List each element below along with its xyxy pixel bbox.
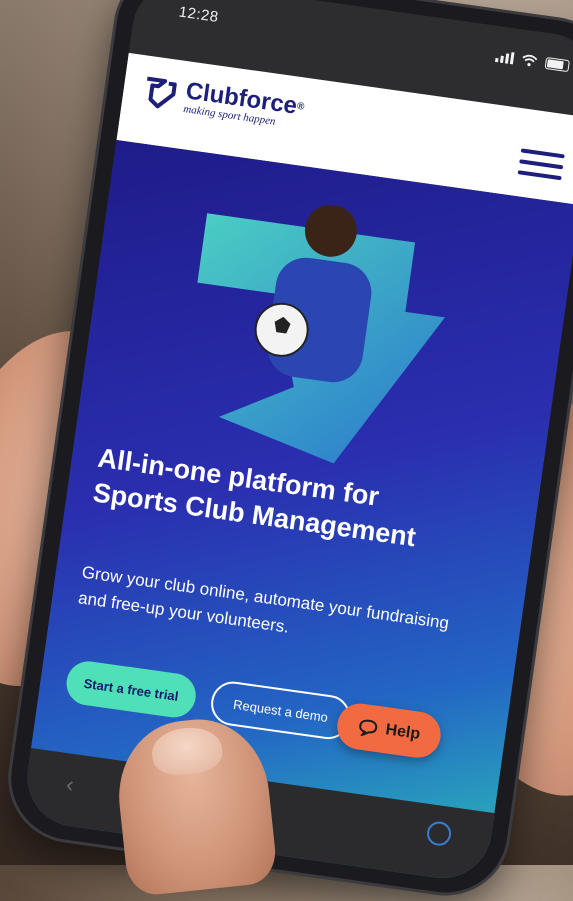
hero-subtitle: Grow your club online, automate your fun… — [77, 562, 451, 637]
status-time: 12:28 — [177, 3, 220, 26]
compass-icon[interactable] — [425, 820, 453, 848]
start-free-trial-button[interactable]: Start a free trial — [63, 658, 199, 721]
chat-icon — [358, 719, 377, 738]
back-icon[interactable]: ‹ — [64, 771, 76, 798]
signal-icon — [495, 50, 515, 65]
help-label: Help — [384, 721, 422, 743]
logo-text: Clubforce® making sport happen — [183, 77, 306, 131]
clubforce-logo[interactable]: Clubforce® making sport happen — [141, 73, 306, 131]
battery-icon — [544, 56, 570, 73]
menu-icon[interactable] — [517, 148, 565, 186]
logo-mark-icon — [147, 76, 177, 109]
wifi-icon — [522, 54, 538, 67]
phone-screen: 12:28 Clubforce® making sport happen All… — [20, 0, 573, 885]
status-icons — [495, 50, 570, 73]
